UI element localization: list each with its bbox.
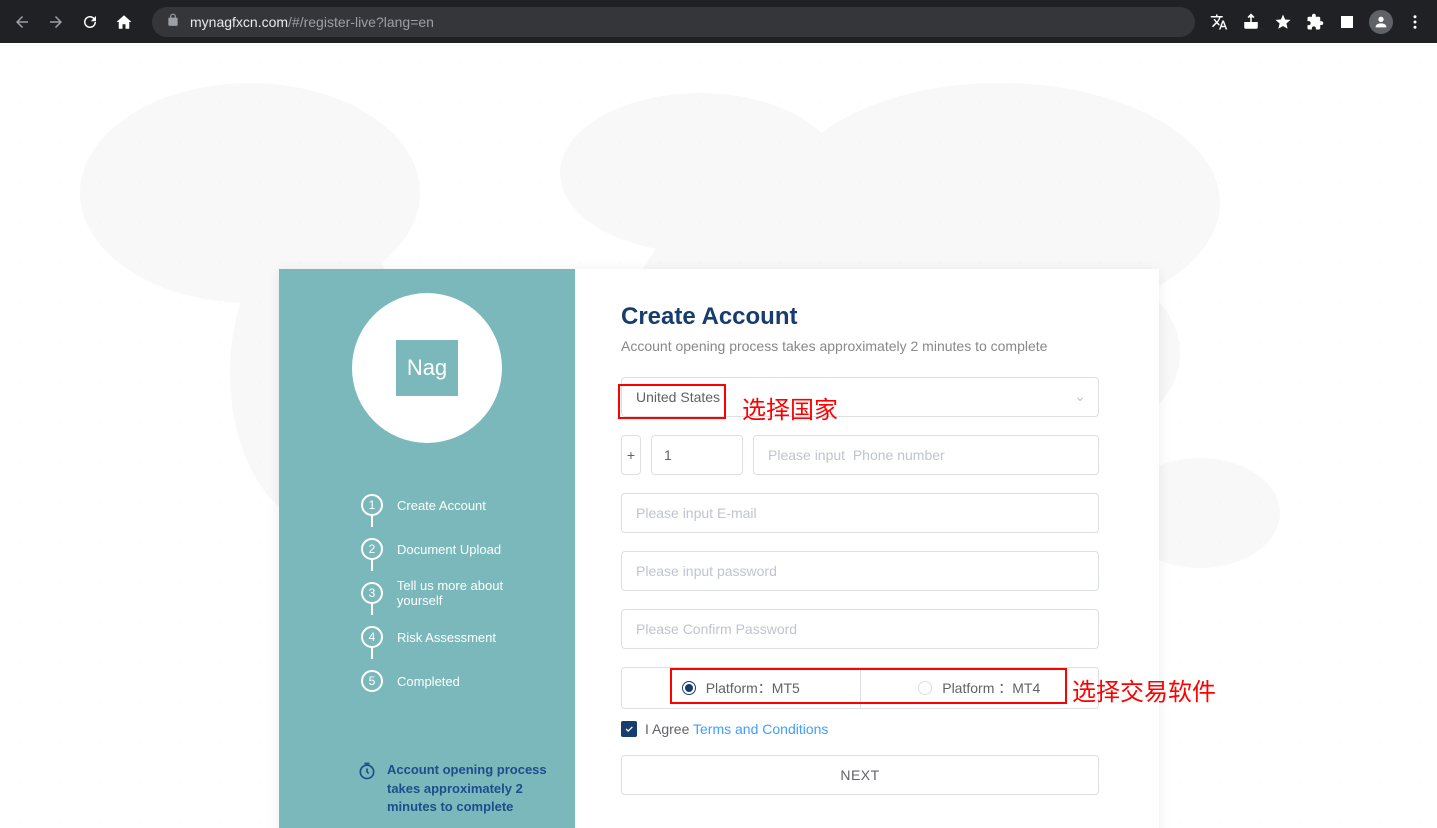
- form-area: Create Account Account opening process t…: [575, 269, 1159, 828]
- platform-mt5[interactable]: Platform：MT5: [622, 668, 861, 708]
- email-input[interactable]: [621, 493, 1099, 533]
- platform-selector: Platform：MT5 Platform ：MT4: [621, 667, 1099, 709]
- extensions-icon[interactable]: [1305, 12, 1325, 32]
- annotation-text-country: 选择国家: [742, 390, 838, 425]
- radio-icon: [918, 681, 932, 695]
- profile-avatar[interactable]: [1369, 10, 1393, 34]
- window-icon[interactable]: [1337, 12, 1357, 32]
- agree-row: I Agree Terms and Conditions: [621, 721, 1099, 737]
- confirm-password-input[interactable]: [621, 609, 1099, 649]
- sidebar-footer: Account opening process takes approximat…: [357, 761, 551, 816]
- radio-selected-icon: [682, 681, 696, 695]
- translate-icon[interactable]: [1209, 12, 1229, 32]
- menu-icon[interactable]: [1405, 12, 1425, 32]
- phone-input[interactable]: [753, 435, 1099, 475]
- back-button[interactable]: [8, 8, 36, 36]
- page-content: Nag 1 Create Account 2 Document Upload 3…: [0, 43, 1437, 828]
- chevron-down-icon: ⌄: [1074, 388, 1086, 405]
- step-tell-us-more: 3 Tell us more about yourself: [361, 571, 551, 615]
- next-button[interactable]: NEXT: [621, 755, 1099, 795]
- home-button[interactable]: [110, 8, 138, 36]
- logo: Nag: [396, 340, 458, 396]
- address-bar[interactable]: mynagfxcn.com/#/register-live?lang=en: [152, 7, 1195, 37]
- annotation-text-platform: 选择交易软件: [1072, 672, 1216, 707]
- share-icon[interactable]: [1241, 12, 1261, 32]
- browser-toolbar: mynagfxcn.com/#/register-live?lang=en: [0, 0, 1437, 43]
- reload-button[interactable]: [76, 8, 104, 36]
- password-input[interactable]: [621, 551, 1099, 591]
- star-icon[interactable]: [1273, 12, 1293, 32]
- url-text: mynagfxcn.com/#/register-live?lang=en: [190, 14, 1181, 30]
- agree-checkbox[interactable]: [621, 721, 637, 737]
- step-risk-assessment: 4 Risk Assessment: [361, 615, 551, 659]
- step-document-upload: 2 Document Upload: [361, 527, 551, 571]
- phone-prefix: +: [621, 435, 641, 475]
- agree-text: I Agree Terms and Conditions: [645, 721, 828, 737]
- step-create-account: 1 Create Account: [361, 483, 551, 527]
- step-completed: 5 Completed: [361, 659, 551, 703]
- registration-card: Nag 1 Create Account 2 Document Upload 3…: [279, 269, 1159, 828]
- country-select[interactable]: United States ⌄: [621, 377, 1099, 417]
- steps-list: 1 Create Account 2 Document Upload 3 Tel…: [361, 483, 551, 703]
- page-title: Create Account: [621, 303, 1099, 331]
- forward-button[interactable]: [42, 8, 70, 36]
- logo-circle: Nag: [352, 293, 502, 443]
- sidebar: Nag 1 Create Account 2 Document Upload 3…: [279, 269, 575, 828]
- timer-icon: [357, 761, 377, 786]
- terms-link[interactable]: Terms and Conditions: [693, 721, 828, 737]
- lock-icon: [166, 13, 180, 30]
- page-subtitle: Account opening process takes approximat…: [621, 337, 1099, 357]
- phone-code[interactable]: 1: [651, 435, 743, 475]
- platform-mt4[interactable]: Platform ：MT4: [861, 668, 1099, 708]
